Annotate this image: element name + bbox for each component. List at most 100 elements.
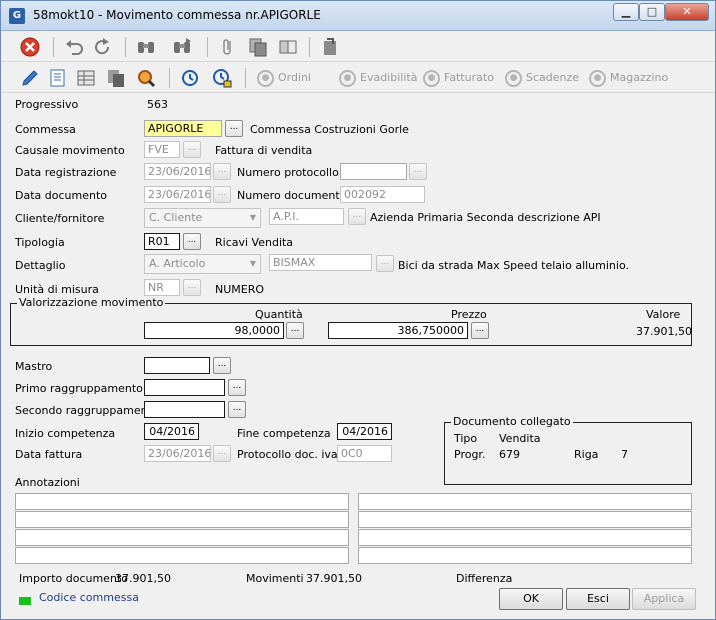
- ok-button[interactable]: OK: [499, 588, 563, 610]
- fine-competenza-label: Fine competenza: [237, 427, 331, 440]
- commessa-description: Commessa Costruzioni Gorle: [250, 123, 409, 136]
- documento-tipo-label: Tipo: [454, 432, 478, 445]
- duplicate-icon[interactable]: [105, 67, 127, 89]
- fatturato-icon: ●: [423, 69, 440, 87]
- primo-raggruppamento-lookup-button[interactable]: ...: [228, 379, 246, 396]
- prezzo-button[interactable]: ...: [471, 322, 489, 339]
- movimenti-value: 37.901,50: [306, 572, 362, 585]
- documento-riga-label: Riga: [574, 448, 599, 461]
- quantita-button[interactable]: ...: [286, 322, 304, 339]
- unita-misura-input[interactable]: NR: [144, 279, 180, 296]
- annotazioni-label: Annotazioni: [15, 476, 80, 489]
- dettaglio-type-select[interactable]: A. Articolo ▼: [144, 254, 261, 274]
- evadibilita-button[interactable]: ● Evadibilità: [339, 67, 417, 89]
- cliente-type-select[interactable]: C. Cliente ▼: [144, 208, 261, 228]
- attachment-icon[interactable]: [217, 36, 239, 58]
- annotazione-field[interactable]: [358, 511, 692, 528]
- dettaglio-lookup-button[interactable]: ...: [376, 255, 394, 272]
- annotazione-field[interactable]: [358, 529, 692, 546]
- inizio-competenza-input[interactable]: 04/2016: [144, 423, 199, 440]
- data-registrazione-input[interactable]: 23/06/2016: [144, 163, 211, 180]
- cancel-icon[interactable]: [19, 36, 41, 58]
- annotazione-field[interactable]: [15, 493, 349, 510]
- ordini-button[interactable]: ● Ordini: [257, 67, 311, 89]
- annotazione-field[interactable]: [358, 493, 692, 510]
- inizio-competenza-label: Inizio competenza: [15, 427, 116, 440]
- valore-value: 37.901,50: [636, 325, 692, 338]
- mastro-label: Mastro: [15, 360, 53, 373]
- numero-documento-input[interactable]: 002092: [340, 186, 425, 203]
- commessa-lookup-button[interactable]: ...: [225, 120, 243, 137]
- table-icon[interactable]: [75, 67, 97, 89]
- document-list-icon[interactable]: [47, 67, 69, 89]
- protocollo-iva-input[interactable]: 0C0: [337, 445, 392, 462]
- chevron-down-icon: ▼: [249, 259, 256, 268]
- history-icon[interactable]: [179, 67, 201, 89]
- numero-protocollo-lookup-button[interactable]: ...: [409, 163, 427, 180]
- tipologia-input[interactable]: R01: [144, 233, 180, 250]
- dettaglio-code-input[interactable]: BISMAX: [269, 254, 372, 271]
- annotazione-field[interactable]: [15, 529, 349, 546]
- data-documento-label: Data documento: [15, 189, 107, 202]
- find-next-icon[interactable]: [171, 36, 193, 58]
- data-documento-input[interactable]: 23/06/2016: [144, 186, 211, 203]
- scadenze-button[interactable]: ● Scadenze: [505, 67, 579, 89]
- annotazione-field[interactable]: [15, 547, 349, 564]
- secondo-raggruppamento-input[interactable]: [144, 401, 225, 418]
- magazzino-button[interactable]: ● Magazzino: [589, 67, 668, 89]
- quantita-input[interactable]: 98,0000: [144, 322, 284, 339]
- title-bar: G 58mokt10 - Movimento commessa nr.APIGO…: [1, 1, 715, 31]
- tipologia-lookup-button[interactable]: ...: [183, 233, 201, 250]
- layout-icon[interactable]: [277, 36, 299, 58]
- copy-icon[interactable]: [247, 36, 269, 58]
- numero-protocollo-input[interactable]: [340, 163, 407, 180]
- applica-button[interactable]: Applica: [632, 588, 696, 610]
- tipologia-description: Ricavi Vendita: [215, 236, 294, 249]
- close-window-button[interactable]: ✕: [665, 3, 709, 21]
- mastro-input[interactable]: [144, 357, 210, 374]
- causale-input[interactable]: FVE: [144, 141, 180, 158]
- data-registrazione-label: Data registrazione: [15, 166, 117, 179]
- secondo-raggruppamento-lookup-button[interactable]: ...: [228, 401, 246, 418]
- history-lock-icon[interactable]: [211, 67, 233, 89]
- annotazione-field[interactable]: [15, 511, 349, 528]
- refresh-icon[interactable]: [91, 36, 113, 58]
- primo-raggruppamento-input[interactable]: [144, 379, 225, 396]
- prezzo-label: Prezzo: [451, 308, 487, 321]
- cliente-code-input[interactable]: A.P.I.: [269, 208, 344, 225]
- tipologia-label: Tipologia: [15, 236, 65, 249]
- data-fattura-calendar-button[interactable]: ...: [213, 445, 231, 462]
- app-logo-icon: G: [9, 8, 25, 24]
- edit-pencil-icon[interactable]: [19, 67, 41, 89]
- data-fattura-input[interactable]: 23/06/2016: [144, 445, 211, 462]
- unita-misura-lookup-button[interactable]: ...: [183, 279, 201, 296]
- movimenti-label: Movimenti: [246, 572, 304, 585]
- cliente-lookup-button[interactable]: ...: [348, 208, 366, 225]
- maximize-button[interactable]: □: [639, 3, 665, 21]
- progressivo-label: Progressivo: [15, 98, 79, 111]
- fatturato-button[interactable]: ● Fatturato: [423, 67, 494, 89]
- fine-competenza-input[interactable]: 04/2016: [337, 423, 392, 440]
- export-icon[interactable]: [319, 36, 341, 58]
- dettaglio-description: Bici da strada Max Speed telaio allumini…: [398, 259, 629, 272]
- search-magnifier-icon[interactable]: [135, 67, 157, 89]
- unita-misura-label: Unità di misura: [15, 283, 99, 296]
- find-icon[interactable]: [135, 36, 157, 58]
- undo-icon[interactable]: [63, 36, 85, 58]
- cliente-description: Azienda Primaria Seconda descrizione API: [370, 211, 601, 224]
- prezzo-input[interactable]: 386,750000: [328, 322, 468, 339]
- documento-progr-value: 679: [499, 448, 520, 461]
- valore-label: Valore: [646, 308, 681, 321]
- codice-commessa-legend: Codice commessa: [39, 591, 139, 604]
- esci-button[interactable]: Esci: [566, 588, 630, 610]
- minimize-button[interactable]: ▁: [613, 3, 639, 21]
- mastro-lookup-button[interactable]: ...: [213, 357, 231, 374]
- commessa-input[interactable]: APIGORLE: [144, 120, 222, 137]
- evadibilita-icon: ●: [339, 69, 356, 87]
- causale-lookup-button[interactable]: ...: [183, 141, 201, 158]
- data-registrazione-calendar-button[interactable]: ...: [213, 163, 231, 180]
- differenza-label: Differenza: [456, 572, 513, 585]
- data-documento-calendar-button[interactable]: ...: [213, 186, 231, 203]
- documento-tipo-value: Vendita: [499, 432, 541, 445]
- annotazione-field[interactable]: [358, 547, 692, 564]
